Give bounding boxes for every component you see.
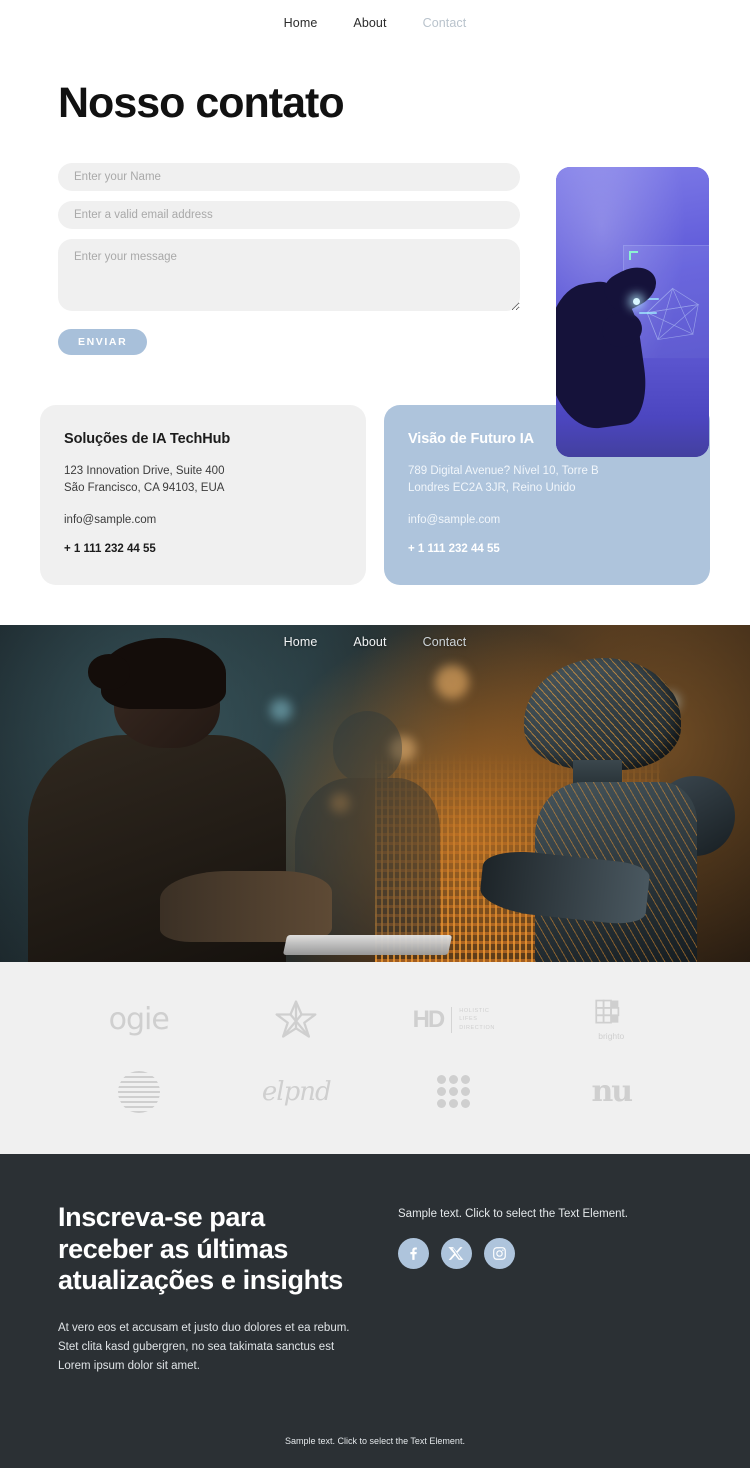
footer-section: Inscreva-se para receber as últimas atua…: [0, 1153, 750, 1468]
contact-hero-section: Nosso contato ENVIAR: [0, 46, 750, 457]
nav-item-contact[interactable]: Contact: [423, 16, 467, 30]
brighto-blocks-icon: [595, 999, 620, 1024]
woman-arm: [160, 871, 332, 943]
facebook-link[interactable]: [398, 1237, 429, 1269]
footer-left-column: Inscreva-se para receber as últimas atua…: [58, 1202, 358, 1376]
x-twitter-icon: [448, 1246, 464, 1260]
logo-elpnd: elpnd: [261, 1064, 332, 1120]
ai-robot: [465, 652, 735, 962]
logo-ogie-text: ogie: [108, 1002, 170, 1038]
facebook-icon: [410, 1247, 417, 1260]
partner-logos-section: ogie HD HOLISTIC LIFES DIRECTION brighto…: [0, 961, 750, 1154]
card-email[interactable]: info@sample.com: [64, 512, 342, 529]
card-address-line-1: 789 Digital Avenue? Nível 10, Torre B: [408, 465, 599, 477]
card-email[interactable]: info@sample.com: [408, 512, 686, 529]
name-input[interactable]: [58, 163, 520, 191]
logo-nu-text: nu: [591, 1074, 633, 1110]
nav-item-about[interactable]: About: [353, 16, 386, 30]
dots-pattern-icon: [437, 1075, 471, 1109]
logo-dots: [437, 1064, 471, 1120]
flower-icon: [275, 1000, 317, 1038]
logo-nu: nu: [591, 1064, 633, 1120]
bokeh-light: [435, 665, 469, 700]
hero-banner-image: Home About Contact: [0, 624, 750, 962]
banner-navigation: Home About Contact: [0, 635, 750, 649]
contact-card-techhub: Soluções de IA TechHub 123 Innovation Dr…: [40, 405, 366, 585]
card-title: Soluções de IA TechHub: [64, 431, 231, 447]
footer-sample-text: Sample text. Click to select the Text El…: [398, 1207, 628, 1220]
x-twitter-link[interactable]: [441, 1237, 472, 1269]
card-phone[interactable]: + 1 111 232 44 55: [64, 543, 342, 555]
page-title: Nosso contato: [58, 79, 345, 127]
logo-flower: [273, 992, 319, 1048]
hero-side-image: [556, 167, 709, 457]
touch-glow-icon: [632, 297, 640, 305]
logo-hd-line-1: HOLISTIC: [459, 1007, 490, 1014]
banner-nav-item-about[interactable]: About: [353, 635, 386, 649]
footer-bottom-text: Sample text. Click to select the Text El…: [285, 1436, 465, 1447]
logo-row-2: elpnd nu: [0, 1064, 750, 1120]
instagram-link[interactable]: [484, 1237, 515, 1269]
logo-striped-sphere: [117, 1064, 160, 1120]
logo-hd-mark: HD: [412, 1005, 446, 1033]
keyboard: [282, 934, 453, 956]
striped-sphere-icon: [117, 1070, 160, 1113]
logo-hd-line-3: DIRECTION: [459, 1025, 495, 1031]
card-address-line-2: São Francisco, CA 94103, EUA: [64, 482, 225, 495]
banner-nav-item-contact[interactable]: Contact: [423, 635, 467, 649]
instagram-icon: [493, 1246, 506, 1260]
footer-title: Inscreva-se para receber as últimas atua…: [58, 1201, 343, 1296]
logo-brighto-text: brighto: [598, 1031, 625, 1042]
robot-head: [524, 657, 681, 770]
contact-form: ENVIAR: [58, 163, 520, 355]
logo-elpnd-text: elpnd: [261, 1076, 332, 1107]
panel-corner-top-icon: [629, 251, 639, 261]
logo-ogie: ogie: [108, 992, 170, 1048]
card-phone[interactable]: + 1 111 232 44 55: [408, 543, 686, 555]
submit-button[interactable]: ENVIAR: [58, 329, 148, 355]
logo-hd-line-2: LIFES: [459, 1016, 478, 1023]
foreground-woman: [15, 638, 345, 962]
message-textarea[interactable]: [58, 239, 520, 311]
hud-bar-2: [638, 312, 657, 314]
woman-hair-bun: [87, 654, 131, 690]
email-input[interactable]: [58, 201, 520, 229]
top-navigation: Home About Contact: [0, 0, 750, 46]
card-address-line-1: 123 Innovation Drive, Suite 400: [64, 465, 225, 477]
logo-holistic-lifes-direction: HD HOLISTIC LIFES DIRECTION: [413, 992, 495, 1048]
social-links: [398, 1237, 692, 1269]
footer-body-text: At vero eos et accusam et justo duo dolo…: [58, 1322, 350, 1373]
nav-item-home[interactable]: Home: [284, 16, 318, 30]
card-address-line-2: Londres EC2A 3JR, Reino Unido: [408, 482, 576, 495]
page-root: Home About Contact Nosso contato ENVIAR: [0, 0, 750, 1468]
footer-right-column: Sample text. Click to select the Text El…: [398, 1202, 692, 1376]
logo-row-1: ogie HD HOLISTIC LIFES DIRECTION brighto: [0, 992, 750, 1048]
logo-brighto: brighto: [594, 992, 628, 1048]
banner-nav-item-home[interactable]: Home: [284, 635, 318, 649]
